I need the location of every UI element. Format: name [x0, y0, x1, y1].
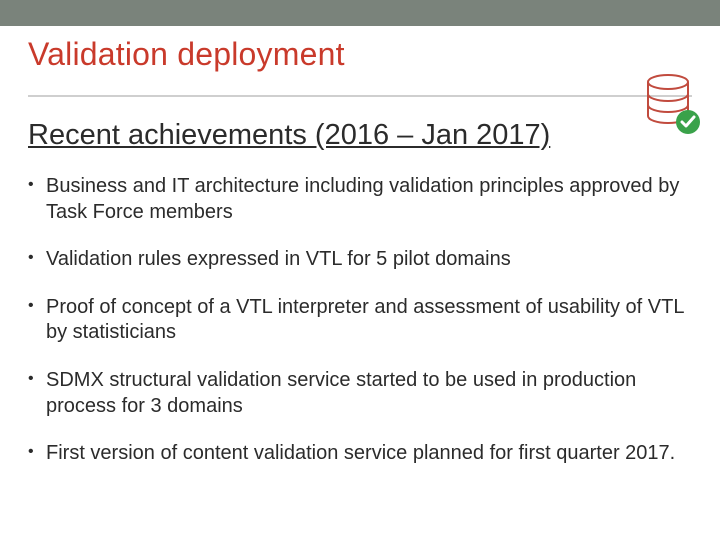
bullet-text: Proof of concept of a VTL interpreter an…	[46, 296, 684, 344]
list-item: Business and IT architecture including v…	[28, 174, 692, 225]
section-heading: Recent achievements (2016 – Jan 2017)	[28, 119, 692, 152]
bullet-list: Business and IT architecture including v…	[28, 174, 692, 467]
list-item: Proof of concept of a VTL interpreter an…	[28, 295, 692, 346]
list-item: SDMX structural validation service start…	[28, 368, 692, 419]
bullet-text: Business and IT architecture including v…	[46, 175, 679, 223]
database-check-icon	[642, 72, 702, 136]
bullet-text: Validation rules expressed in VTL for 5 …	[46, 248, 511, 270]
slide-title: Validation deployment	[28, 36, 692, 73]
top-accent-bar	[0, 0, 720, 26]
title-divider	[28, 95, 692, 97]
bullet-text: First version of content validation serv…	[46, 442, 675, 464]
slide: Validation deployment Recent achievement…	[0, 0, 720, 540]
bullet-text: SDMX structural validation service start…	[46, 369, 636, 417]
list-item: Validation rules expressed in VTL for 5 …	[28, 247, 692, 273]
list-item: First version of content validation serv…	[28, 441, 692, 467]
